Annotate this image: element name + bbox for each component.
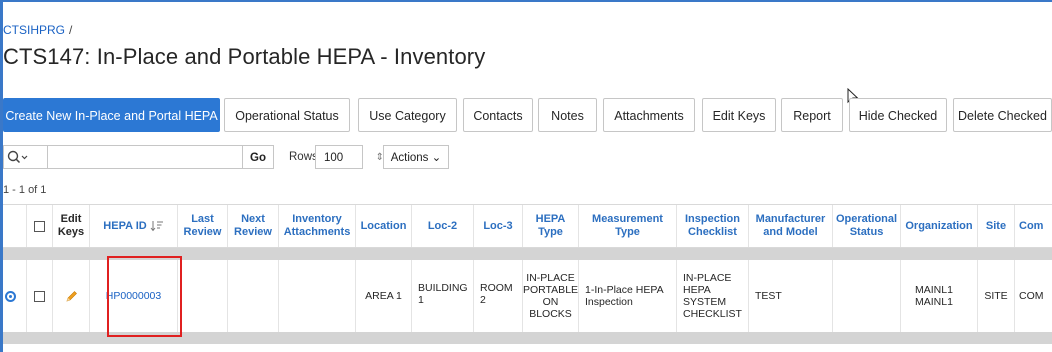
report-button[interactable]: Report [781,98,843,132]
loc-2-cell: BUILDING 1 [412,260,474,332]
rows-value: 100 [324,152,344,164]
header-inspection-checklist[interactable]: Inspection Checklist [677,205,749,247]
actions-label: Actions [390,152,429,164]
header-hepa-id-label: HEPA ID [103,219,147,232]
search-column-selector[interactable] [3,145,47,169]
com-cell: COM [1019,290,1044,302]
inventory-attachments-cell [279,260,356,332]
top-border [0,0,1052,2]
create-new-hepa-button[interactable]: Create New In-Place and Portal HEPA [3,98,220,132]
search-icon [7,150,28,164]
table-header: Edit Keys HEPA ID Last Review Next Revie… [3,204,1052,248]
hepa-id-cell: HP0000003 [90,260,178,332]
inventory-table: Edit Keys HEPA ID Last Review Next Revie… [3,204,1052,344]
select-all-checkbox[interactable] [34,220,45,232]
breadcrumb-link[interactable]: CTSIHPRG [3,23,65,37]
search-bar: Go Rows 100 ⇕ Actions ⌄ [3,145,463,171]
notes-button[interactable]: Notes [538,98,597,132]
manufacturer-model-cell: TEST [749,260,833,332]
edit-keys-button[interactable]: Edit Keys [702,98,776,132]
search-input[interactable] [47,145,243,169]
header-next-review[interactable]: Next Review [228,205,279,247]
header-last-review[interactable]: Last Review [178,205,228,247]
measurement-type-cell: 1-In-Place HEPA Inspection [579,260,677,332]
operational-status-cell [833,260,901,332]
sort-descending-icon [150,221,163,232]
loc-3-cell: ROOM 2 [474,260,523,332]
pagination-count: 1 - 1 of 1 [3,184,47,196]
contacts-button[interactable]: Contacts [463,98,533,132]
header-operational-status[interactable]: Operational Status [833,205,901,247]
header-com[interactable]: Com [1015,205,1052,247]
rows-select[interactable]: 100 ⇕ [315,145,384,169]
group-separator-bottom [3,332,1052,344]
operational-status-button[interactable]: Operational Status [224,98,350,132]
header-hepa-id[interactable]: HEPA ID [90,205,178,247]
header-checkbox-col [27,205,53,247]
breadcrumb: CTSIHPRG / [3,23,72,37]
actions-menu-button[interactable]: Actions ⌄ [383,145,449,169]
row-checkbox-cell[interactable] [27,260,53,332]
go-button[interactable]: Go [242,145,274,169]
attachments-button[interactable]: Attachments [603,98,695,132]
breadcrumb-separator: / [69,23,73,37]
row-checkbox[interactable] [34,290,45,302]
header-loc-2[interactable]: Loc-2 [412,205,474,247]
site-cell: SITE [978,260,1015,332]
next-review-cell [228,260,279,332]
hepa-id-link[interactable]: HP0000003 [106,290,161,302]
hide-checked-button[interactable]: Hide Checked [849,98,947,132]
header-edit-keys[interactable]: Edit Keys [53,205,90,247]
inspection-checklist-cell: IN-PLACE HEPA SYSTEM CHECKLIST [677,260,749,332]
delete-checked-button[interactable]: Delete Checked [953,98,1052,132]
row-select-cell[interactable] [3,260,27,332]
header-site[interactable]: Site [978,205,1015,247]
pencil-icon[interactable] [65,290,78,303]
edit-cell[interactable] [53,260,90,332]
header-location[interactable]: Location [356,205,412,247]
header-hepa-type[interactable]: HEPA Type [523,205,579,247]
header-measurement-type[interactable]: Measurement Type [579,205,677,247]
rows-label: Rows [289,151,318,163]
row-selected-radio[interactable] [5,290,16,302]
use-category-button[interactable]: Use Category [358,98,457,132]
group-separator-top [3,248,1052,260]
last-review-cell [178,260,228,332]
header-inventory-attachments[interactable]: Inventory Attachments [279,205,356,247]
header-organization[interactable]: Organization [901,205,978,247]
chevron-down-icon: ⌄ [431,152,442,164]
location-cell: AREA 1 [356,260,412,332]
header-select-col [3,205,27,247]
header-manufacturer-model[interactable]: Manufacturer and Model [749,205,833,247]
page-title: CTS147: In-Place and Portable HEPA - Inv… [3,44,486,69]
organization-cell: MAINL1 MAINL1 [901,260,978,332]
header-loc-3[interactable]: Loc-3 [474,205,523,247]
hepa-type-cell: IN-PLACE PORTABLE ON BLOCKS [523,260,579,332]
